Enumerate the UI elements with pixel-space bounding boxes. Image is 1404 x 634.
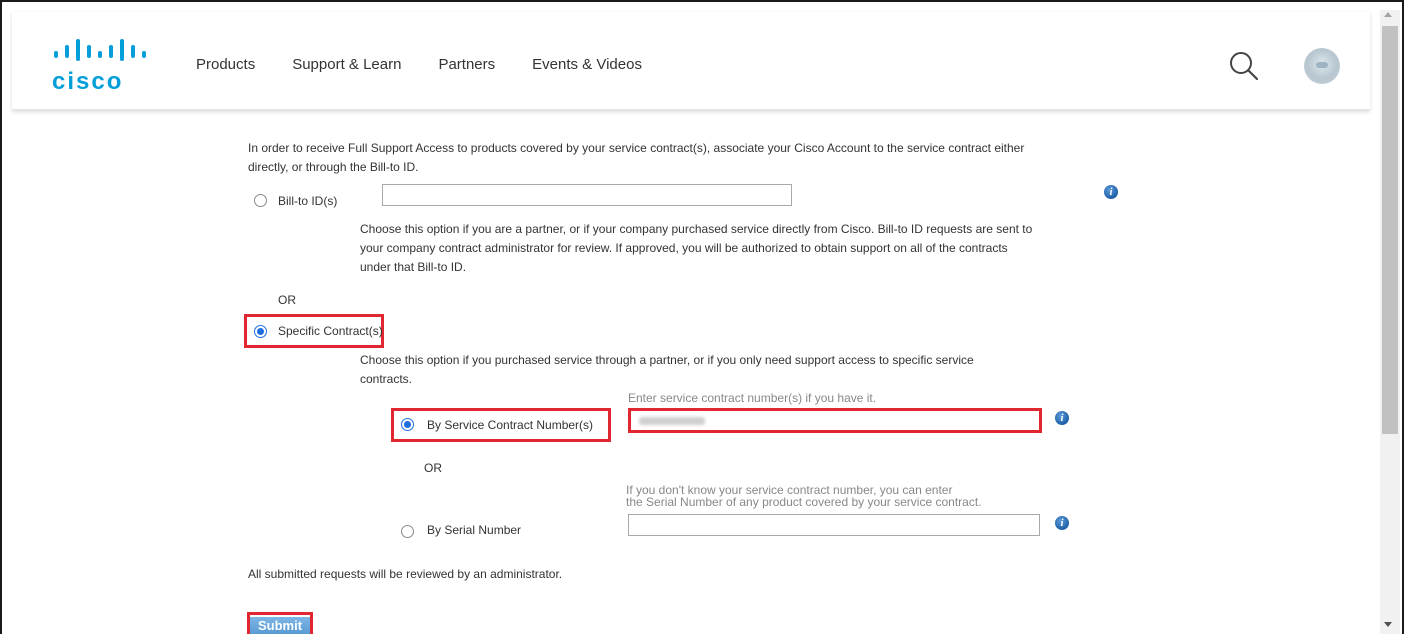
or-separator-1: OR [278,293,296,307]
review-note: All submitted requests will be reviewed … [248,567,563,581]
serial-hint-line2: the Serial Number of any product covered… [626,495,982,509]
contract-hint: Enter service contract number(s) if you … [628,391,877,405]
scroll-down-arrow-icon[interactable] [1384,622,1392,627]
contract-number-radio[interactable] [401,418,414,431]
cisco-logo[interactable]: cisco [52,38,162,104]
serial-number-radio[interactable] [401,525,414,538]
billto-radio[interactable] [254,194,267,207]
billto-info-icon[interactable]: i [1104,185,1118,199]
billto-input[interactable] [382,184,792,206]
billto-desc-line3: under that Bill-to ID. [360,260,467,274]
specific-contract-label: Specific Contract(s) [278,324,383,338]
nav-events-videos[interactable]: Events & Videos [532,56,642,73]
scroll-up-arrow-icon[interactable] [1384,12,1392,17]
submit-button[interactable]: Submit [250,617,310,634]
billto-desc-line2: your company contract administrator for … [360,241,1008,255]
contract-number-input[interactable] [631,411,1039,430]
billto-label: Bill-to ID(s) [278,194,338,208]
site-header: cisco Products Support & Learn Partners … [12,12,1370,110]
nav-products[interactable]: Products [196,56,255,73]
nav-support-learn[interactable]: Support & Learn [292,56,401,73]
contract-number-label: By Service Contract Number(s) [427,418,594,432]
main-nav: Products Support & Learn Partners Events… [196,56,679,73]
billto-desc-line1: Choose this option if you are a partner,… [360,222,1033,236]
search-icon[interactable] [1228,50,1260,82]
cisco-bars-icon [54,39,146,61]
or-separator-2: OR [424,461,442,475]
user-avatar[interactable] [1304,48,1340,84]
intro-text-line2: directly, or through the Bill-to ID. [248,160,419,174]
serial-number-input[interactable] [628,514,1040,536]
specific-desc-line1: Choose this option if you purchased serv… [360,353,974,367]
logo-wordmark: cisco [52,68,124,95]
specific-desc-line2: contracts. [360,372,413,386]
serial-info-icon[interactable]: i [1055,516,1069,530]
nav-partners[interactable]: Partners [438,56,495,73]
intro-text-line1: In order to receive Full Support Access … [248,141,1025,155]
contract-info-icon[interactable]: i [1055,411,1069,425]
serial-number-label: By Serial Number [427,523,522,537]
redacted-contract-number [639,417,705,425]
scrollbar-thumb[interactable] [1382,26,1398,434]
specific-contract-radio[interactable] [254,325,267,338]
